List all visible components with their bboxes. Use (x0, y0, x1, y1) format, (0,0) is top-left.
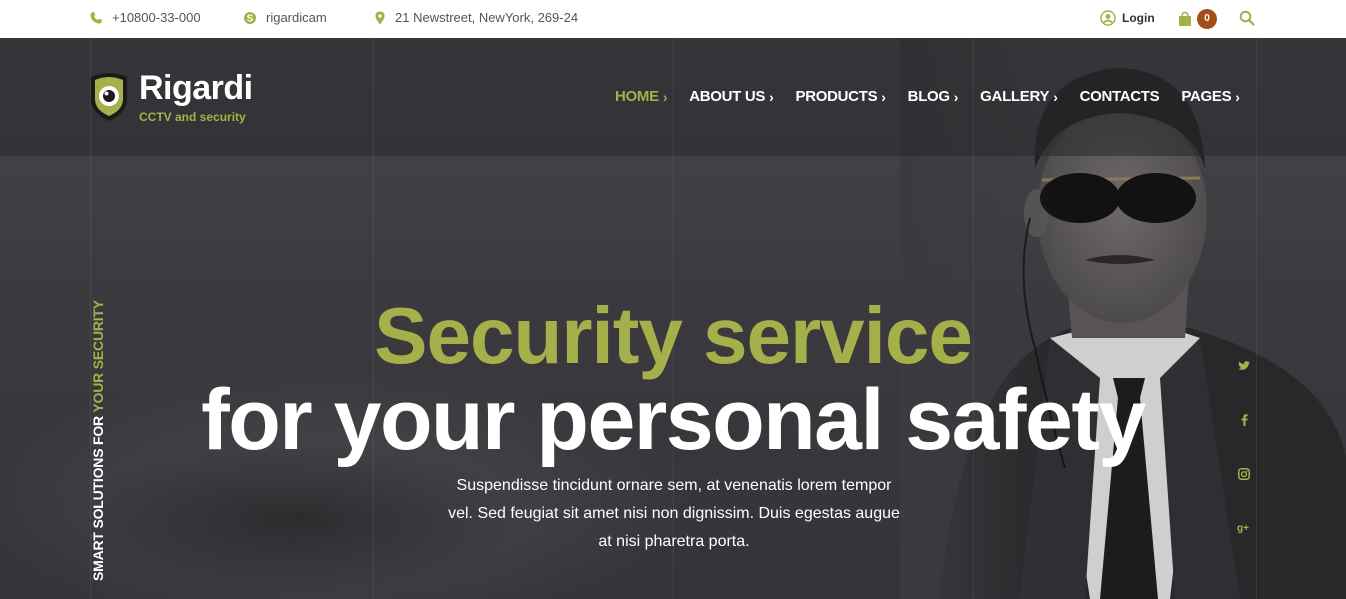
instagram-link[interactable] (1234, 464, 1254, 484)
twitter-link[interactable] (1234, 356, 1254, 376)
login-label: Login (1122, 11, 1155, 25)
instagram-icon (1238, 468, 1250, 480)
hero-headline-accent: Security service (374, 291, 973, 380)
nav-item-about-us[interactable]: ABOUT US › (689, 88, 774, 105)
search-icon (1239, 10, 1255, 26)
skype-name: rigardicam (266, 10, 327, 25)
google-plus-icon: g+ (1237, 523, 1249, 533)
nav-item-products[interactable]: PRODUCTS › (796, 88, 886, 105)
contact-address[interactable]: 21 Newstreet, NewYork, 269-24 (374, 10, 578, 25)
shopping-bag-icon (1179, 11, 1191, 26)
shield-eye-icon (91, 73, 127, 121)
svg-text:g+: g+ (1237, 523, 1249, 533)
nav-item-contacts[interactable]: CONTACTS (1080, 88, 1160, 105)
top-bar: +10800-33-000 S rigardicam 21 Newstreet,… (0, 0, 1346, 38)
cart-count-badge: 0 (1197, 9, 1217, 29)
facebook-link[interactable] (1234, 410, 1254, 430)
nav-item-label: PRODUCTS (795, 88, 878, 105)
main-nav: HOME › ABOUT US › PRODUCTS › BLOG › GALL… (615, 88, 1240, 105)
chevron-right-icon: › (662, 88, 668, 105)
contact-skype[interactable]: S rigardicam (243, 10, 327, 25)
search-button[interactable] (1239, 10, 1255, 31)
nav-item-label: ABOUT US (689, 88, 766, 105)
chevron-right-icon: › (881, 88, 886, 105)
phone-icon (90, 11, 102, 24)
login-link[interactable]: Login (1100, 10, 1155, 26)
contact-phone[interactable]: +10800-33-000 (89, 10, 201, 25)
nav-item-label: PAGES (1181, 88, 1232, 105)
nav-item-label: HOME (615, 88, 659, 105)
nav-item-label: GALLERY (980, 88, 1050, 105)
skype-icon: S (244, 11, 256, 24)
hero-section: Rigardi CCTV and security HOME › ABOUT U… (0, 38, 1346, 599)
facebook-icon (1241, 414, 1248, 426)
chevron-right-icon: › (769, 88, 774, 105)
svg-text:S: S (247, 13, 254, 24)
brand-tagline: CCTV and security (139, 110, 246, 124)
nav-item-blog[interactable]: BLOG › (908, 88, 959, 105)
nav-item-gallery[interactable]: GALLERY › (980, 88, 1058, 105)
google-plus-link[interactable]: g+ (1234, 517, 1254, 537)
hero-description: Suspendisse tincidunt ornare sem, at ven… (448, 477, 900, 550)
chevron-right-icon: › (953, 88, 959, 105)
brand-name: Rigardi (139, 69, 253, 107)
twitter-icon (1238, 361, 1250, 370)
user-icon (1100, 10, 1116, 26)
hero-headline-main: for your personal safety (201, 372, 1146, 468)
nav-item-label: CONTACTS (1079, 88, 1160, 105)
chevron-right-icon: › (1235, 88, 1240, 105)
phone-number: +10800-33-000 (112, 10, 201, 25)
nav-item-pages[interactable]: PAGES › (1181, 88, 1240, 105)
chevron-right-icon: › (1053, 88, 1058, 105)
site-logo[interactable]: Rigardi CCTV and security (89, 71, 253, 124)
map-pin-icon (375, 11, 385, 24)
address-text: 21 Newstreet, NewYork, 269-24 (395, 10, 579, 25)
nav-item-label: BLOG (907, 88, 950, 105)
nav-item-home[interactable]: HOME › (615, 88, 668, 105)
cart-button[interactable]: 0 (1177, 9, 1217, 29)
